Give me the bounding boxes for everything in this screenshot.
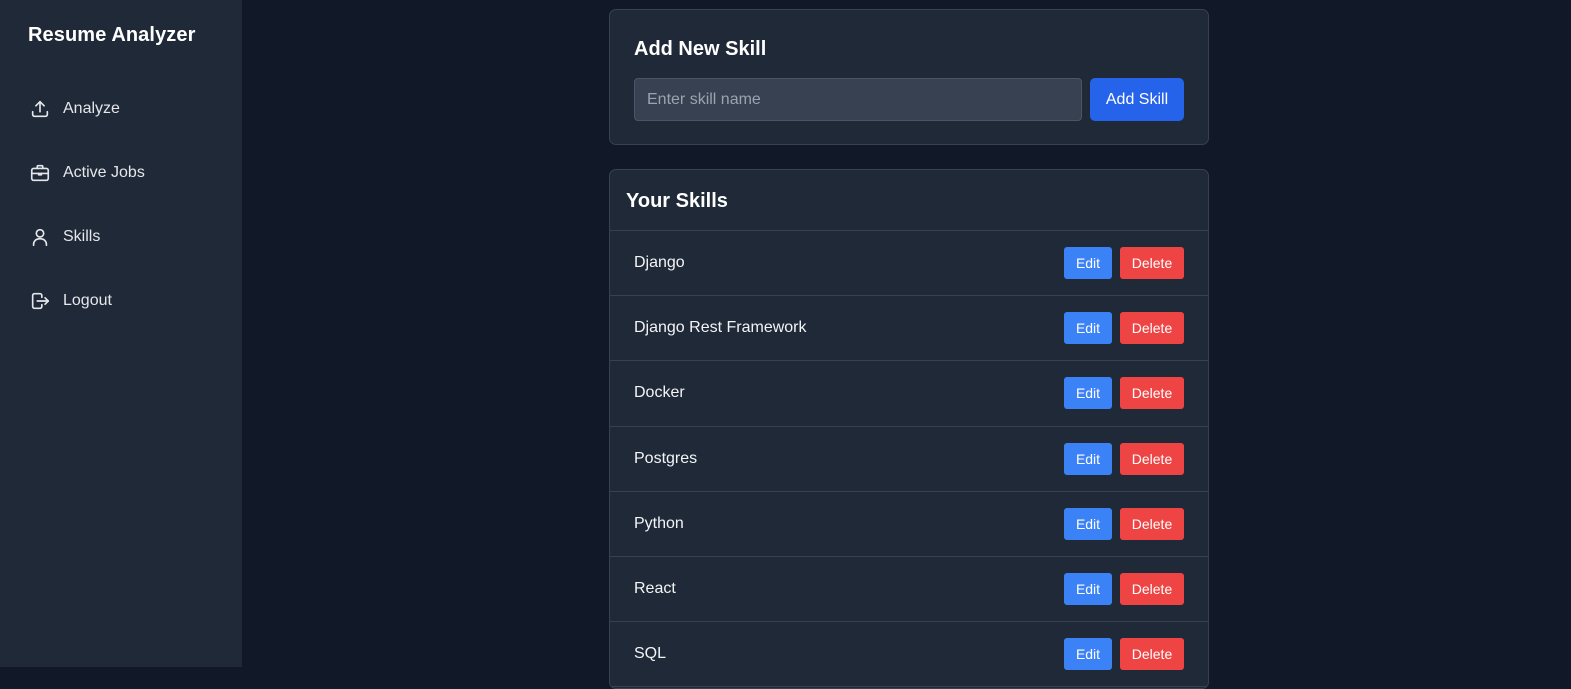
delete-button[interactable]: Delete bbox=[1120, 573, 1184, 606]
skill-row: Django Rest Framework Edit Delete bbox=[610, 296, 1208, 362]
skill-row: Docker Edit Delete bbox=[610, 361, 1208, 427]
edit-button[interactable]: Edit bbox=[1064, 377, 1112, 410]
upload-icon bbox=[28, 97, 52, 121]
edit-button[interactable]: Edit bbox=[1064, 442, 1112, 475]
delete-button[interactable]: Delete bbox=[1120, 377, 1184, 410]
skill-row: SQL Edit Delete bbox=[610, 622, 1208, 688]
skill-name: Postgres bbox=[634, 449, 698, 467]
add-skill-button[interactable]: Add Skill bbox=[1090, 78, 1184, 121]
skill-name-input[interactable] bbox=[634, 78, 1082, 121]
logout-icon bbox=[28, 289, 52, 313]
edit-button[interactable]: Edit bbox=[1064, 247, 1112, 280]
sidebar-item-skills[interactable]: Skills bbox=[28, 224, 100, 250]
skill-name: Python bbox=[634, 514, 684, 532]
delete-button[interactable]: Delete bbox=[1120, 312, 1184, 345]
edit-button[interactable]: Edit bbox=[1064, 312, 1112, 345]
edit-button[interactable]: Edit bbox=[1064, 507, 1112, 540]
sidebar-item-label: Active Jobs bbox=[63, 164, 145, 181]
delete-button[interactable]: Delete bbox=[1120, 638, 1184, 671]
skill-name: Django bbox=[634, 254, 685, 272]
sidebar-item-label: Logout bbox=[63, 292, 112, 309]
sidebar-item-analyze[interactable]: Analyze bbox=[28, 96, 120, 122]
add-skill-card: Add New Skill Add Skill bbox=[609, 9, 1209, 145]
user-icon bbox=[28, 225, 52, 249]
add-skill-title: Add New Skill bbox=[634, 38, 767, 60]
skill-row: React Edit Delete bbox=[610, 557, 1208, 623]
skill-row: Python Edit Delete bbox=[610, 492, 1208, 557]
sidebar-item-logout[interactable]: Logout bbox=[28, 288, 112, 314]
skill-name: SQL bbox=[634, 645, 667, 663]
skill-name: React bbox=[634, 580, 676, 598]
sidebar-item-label: Analyze bbox=[63, 100, 120, 117]
edit-button[interactable]: Edit bbox=[1064, 638, 1112, 671]
sidebar-item-label: Skills bbox=[63, 228, 101, 245]
skill-row: Postgres Edit Delete bbox=[610, 427, 1208, 492]
main-content: Add New Skill Add Skill Your Skills Djan… bbox=[242, 0, 1571, 689]
app-title: Resume Analyzer bbox=[28, 24, 196, 46]
skill-name: Docker bbox=[634, 384, 685, 402]
skills-title: Your Skills bbox=[610, 170, 1208, 231]
edit-button[interactable]: Edit bbox=[1064, 573, 1112, 606]
sidebar-item-active-jobs[interactable]: Active Jobs bbox=[28, 160, 145, 186]
skill-row: Django Edit Delete bbox=[610, 231, 1208, 297]
delete-button[interactable]: Delete bbox=[1120, 247, 1184, 280]
delete-button[interactable]: Delete bbox=[1120, 442, 1184, 475]
skill-name: Django Rest Framework bbox=[634, 319, 807, 337]
briefcase-icon bbox=[28, 161, 52, 185]
delete-button[interactable]: Delete bbox=[1120, 507, 1184, 540]
sidebar: Resume Analyzer Analyze Active Jobs Skil… bbox=[0, 0, 242, 667]
skills-list-card: Your Skills Django Edit Delete Django Re… bbox=[609, 169, 1209, 689]
